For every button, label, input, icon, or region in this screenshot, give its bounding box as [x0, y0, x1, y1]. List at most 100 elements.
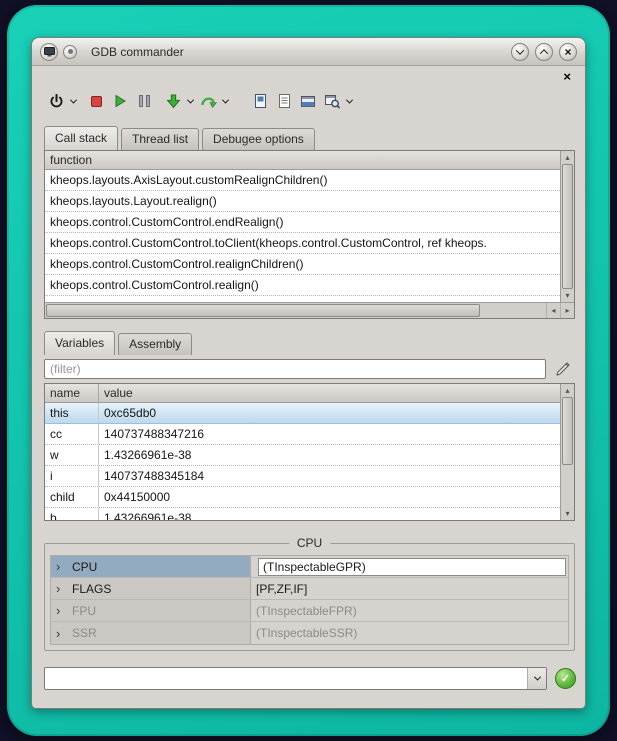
variable-row[interactable]: w 1.43266961e-38 — [45, 445, 560, 466]
debug-toolbar — [44, 88, 355, 114]
expander-icon[interactable]: › — [56, 627, 65, 640]
minimize-button[interactable] — [511, 43, 529, 61]
command-list-button[interactable] — [272, 89, 296, 113]
maximize-button[interactable] — [535, 43, 553, 61]
titlebar[interactable]: GDB commander × — [32, 38, 585, 66]
cpu-value-editor[interactable]: (TInspectableGPR) — [258, 558, 566, 576]
stop-icon — [91, 96, 102, 107]
expander-icon[interactable]: › — [56, 560, 65, 573]
tab-debugee-options[interactable]: Debugee options — [202, 128, 315, 150]
pause-icon — [139, 95, 150, 107]
step-into-dropdown-button[interactable] — [185, 99, 196, 104]
close-button[interactable]: × — [559, 43, 577, 61]
column-header-function[interactable]: function — [45, 151, 560, 170]
app-icon — [44, 47, 55, 57]
filter-input[interactable] — [44, 359, 546, 379]
scroll-down-button[interactable]: ▾ — [561, 289, 574, 302]
variable-row[interactable]: b 1.43266961e-38 — [45, 508, 560, 520]
window-search-icon — [324, 93, 341, 109]
tab-thread-list[interactable]: Thread list — [121, 128, 199, 150]
tab-assembly[interactable]: Assembly — [118, 333, 192, 355]
list-icon — [277, 93, 292, 109]
scrollbar-thumb[interactable] — [562, 164, 573, 289]
continue-button[interactable] — [108, 89, 132, 113]
cpu-groupbox: CPU ›CPU (TInspectableGPR) ›FLAGS [PF,ZF… — [44, 543, 575, 651]
close-icon: × — [564, 46, 571, 58]
tab-call-stack[interactable]: Call stack — [44, 126, 118, 150]
message-log-button[interactable] — [248, 89, 272, 113]
window-controls: × — [511, 43, 577, 61]
chevron-down-icon — [187, 96, 194, 103]
scroll-right-button[interactable]: ▸ — [560, 303, 574, 318]
cpu-row[interactable]: ›CPU (TInspectableGPR) — [51, 556, 568, 578]
inspect-button[interactable] — [320, 89, 344, 113]
console-view-button[interactable] — [296, 89, 320, 113]
column-header-value[interactable]: value — [99, 384, 560, 402]
chevron-down-icon — [516, 46, 524, 54]
stop-button[interactable] — [84, 89, 108, 113]
callstack-row[interactable]: kheops.control.CustomControl.endRealign(… — [45, 212, 560, 233]
window-title: GDB commander — [91, 45, 184, 59]
chevron-down-icon — [346, 96, 353, 103]
document-icon — [253, 93, 268, 109]
power-icon — [49, 94, 64, 109]
scrollbar-thumb[interactable] — [46, 304, 480, 317]
variable-row[interactable]: cc 140737488347216 — [45, 424, 560, 445]
callstack-rows: kheops.layouts.AxisLayout.customRealignC… — [45, 170, 560, 302]
inspect-dropdown-button[interactable] — [344, 99, 355, 104]
combo-dropdown-button[interactable] — [527, 668, 546, 689]
variable-row[interactable]: child 0x44150000 — [45, 487, 560, 508]
scroll-up-button[interactable]: ▴ — [561, 151, 574, 164]
power-dropdown-button[interactable] — [68, 99, 79, 104]
callstack-row[interactable]: kheops.control.CustomControl.realignChil… — [45, 254, 560, 275]
callstack-tabs: Call stack Thread list Debugee options — [44, 126, 318, 150]
scroll-up-button[interactable]: ▴ — [561, 384, 574, 397]
gdb-commander-window: GDB commander × × — [31, 37, 586, 709]
run-icon — [113, 94, 127, 108]
column-header-name[interactable]: name — [45, 384, 99, 402]
command-input[interactable] — [45, 668, 527, 689]
pen-icon — [555, 361, 571, 377]
callstack-grid: function kheops.layouts.AxisLayout.custo… — [44, 150, 575, 319]
callstack-row[interactable]: kheops.control.CustomControl.realign() — [45, 275, 560, 296]
clear-filter-icon[interactable] — [552, 358, 574, 380]
send-command-button[interactable]: ✓ — [555, 668, 576, 689]
expander-icon[interactable]: › — [56, 604, 65, 617]
step-over-icon — [200, 93, 217, 109]
callstack-row[interactable]: kheops.layouts.Layout.realign() — [45, 191, 560, 212]
expander-icon[interactable]: › — [56, 582, 65, 595]
variables-header: name value — [45, 384, 560, 403]
scrollbar-thumb[interactable] — [562, 397, 573, 465]
callstack-row[interactable]: kheops.control.CustomControl.toClient(kh… — [45, 233, 560, 254]
fpu-row[interactable]: ›FPU (TInspectableFPR) — [51, 600, 568, 622]
ssr-row[interactable]: ›SSR (TInspectableSSR) — [51, 622, 568, 644]
console-icon — [300, 94, 316, 109]
flags-row[interactable]: ›FLAGS [PF,ZF,IF] — [51, 578, 568, 600]
variables-grid: name value this 0xc65db0 cc 140737488347… — [44, 383, 575, 521]
app-menu-button[interactable] — [40, 43, 58, 61]
variable-row[interactable]: i 140737488345184 — [45, 466, 560, 487]
scroll-down-button[interactable]: ▾ — [561, 507, 574, 520]
check-icon: ✓ — [561, 672, 570, 685]
step-into-button[interactable] — [161, 89, 185, 113]
vertical-scrollbar[interactable]: ▴ ▾ — [560, 384, 574, 520]
chevron-up-icon — [540, 49, 548, 57]
tab-variables[interactable]: Variables — [44, 331, 115, 355]
step-over-dropdown-button[interactable] — [220, 99, 231, 104]
scroll-left-button[interactable]: ◂ — [546, 303, 560, 318]
cpu-property-grid: ›CPU (TInspectableGPR) ›FLAGS [PF,ZF,IF]… — [50, 555, 569, 645]
pin-icon[interactable] — [63, 45, 77, 59]
variable-row[interactable]: this 0xc65db0 — [45, 403, 560, 424]
power-button[interactable] — [44, 89, 68, 113]
horizontal-scrollbar[interactable]: ◂ ▸ — [45, 302, 574, 318]
pause-button[interactable] — [132, 89, 156, 113]
groupbox-title: CPU — [289, 536, 330, 550]
chevron-down-icon — [70, 96, 77, 103]
panel-close-button[interactable]: × — [563, 70, 571, 83]
variables-rows: this 0xc65db0 cc 140737488347216 w 1.432… — [45, 403, 560, 520]
chevron-down-icon — [533, 674, 540, 681]
step-over-button[interactable] — [196, 89, 220, 113]
chevron-down-icon — [222, 96, 229, 103]
callstack-row[interactable]: kheops.layouts.AxisLayout.customRealignC… — [45, 170, 560, 191]
vertical-scrollbar[interactable]: ▴ ▾ — [560, 151, 574, 302]
